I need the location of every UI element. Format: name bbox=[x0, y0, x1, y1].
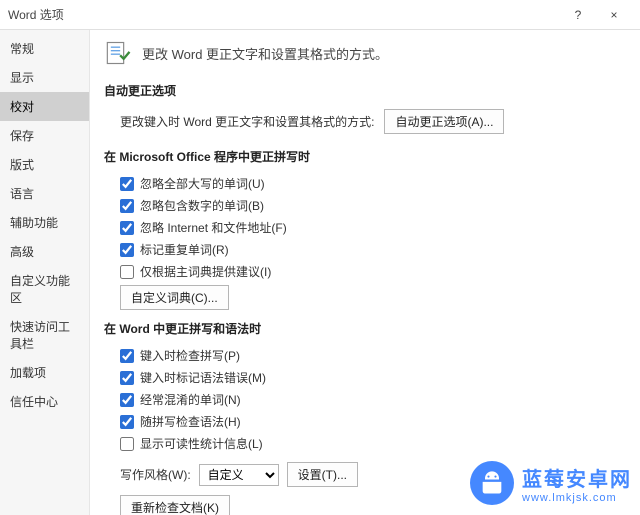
label-ignore-internet: 忽略 Internet 和文件地址(F) bbox=[140, 219, 287, 236]
autocorrect-prompt: 更改键入时 Word 更正文字和设置其格式的方式: bbox=[120, 113, 374, 130]
sidebar-item-proofing[interactable]: 校对 bbox=[0, 92, 89, 121]
sidebar-item-general[interactable]: 常规 bbox=[0, 34, 89, 63]
sidebar-item-trust-center[interactable]: 信任中心 bbox=[0, 387, 89, 416]
checkbox-confused-words[interactable] bbox=[120, 393, 134, 407]
sidebar-item-layout[interactable]: 版式 bbox=[0, 150, 89, 179]
sidebar-item-display[interactable]: 显示 bbox=[0, 63, 89, 92]
custom-dictionaries-button[interactable]: 自定义词典(C)... bbox=[120, 285, 229, 310]
sidebar-item-quick-access[interactable]: 快速访问工具栏 bbox=[0, 312, 89, 358]
checkbox-main-dict-only[interactable] bbox=[120, 265, 134, 279]
sidebar-item-customize-ribbon[interactable]: 自定义功能区 bbox=[0, 266, 89, 312]
sidebar-item-language[interactable]: 语言 bbox=[0, 179, 89, 208]
writing-style-combo[interactable]: 自定义 bbox=[199, 464, 279, 486]
checkbox-grammar-with-spelling[interactable] bbox=[120, 415, 134, 429]
sidebar-item-addins[interactable]: 加载项 bbox=[0, 358, 89, 387]
proofing-icon bbox=[104, 38, 134, 68]
help-icon: ? bbox=[575, 8, 582, 22]
content-pane: 更改 Word 更正文字和设置其格式的方式。 自动更正选项 更改键入时 Word… bbox=[90, 30, 640, 515]
label-ignore-uppercase: 忽略全部大写的单词(U) bbox=[140, 175, 265, 192]
office-section-title: 在 Microsoft Office 程序中更正拼写时 bbox=[104, 148, 626, 165]
sidebar-item-save[interactable]: 保存 bbox=[0, 121, 89, 150]
label-confused-words: 经常混淆的单词(N) bbox=[140, 391, 241, 408]
sidebar-item-advanced[interactable]: 高级 bbox=[0, 237, 89, 266]
label-check-spelling: 键入时检查拼写(P) bbox=[140, 347, 240, 364]
page-heading: 更改 Word 更正文字和设置其格式的方式。 bbox=[104, 38, 626, 68]
close-icon: × bbox=[610, 8, 617, 22]
close-button[interactable]: × bbox=[596, 1, 632, 29]
autocorrect-section-title: 自动更正选项 bbox=[104, 82, 626, 99]
checkbox-check-spelling[interactable] bbox=[120, 349, 134, 363]
help-button[interactable]: ? bbox=[560, 1, 596, 29]
writing-style-label: 写作风格(W): bbox=[120, 466, 191, 483]
titlebar: Word 选项 ? × bbox=[0, 0, 640, 30]
label-mark-grammar: 键入时标记语法错误(M) bbox=[140, 369, 266, 386]
page-heading-text: 更改 Word 更正文字和设置其格式的方式。 bbox=[142, 44, 388, 63]
label-grammar-with-spelling: 随拼写检查语法(H) bbox=[140, 413, 241, 430]
checkbox-ignore-uppercase[interactable] bbox=[120, 177, 134, 191]
label-ignore-numbers: 忽略包含数字的单词(B) bbox=[140, 197, 264, 214]
sidebar: 常规 显示 校对 保存 版式 语言 辅助功能 高级 自定义功能区 快速访问工具栏… bbox=[0, 30, 90, 515]
word-section-title: 在 Word 中更正拼写和语法时 bbox=[104, 320, 626, 337]
checkbox-flag-repeated[interactable] bbox=[120, 243, 134, 257]
checkbox-readability[interactable] bbox=[120, 437, 134, 451]
checkbox-ignore-numbers[interactable] bbox=[120, 199, 134, 213]
checkbox-ignore-internet[interactable] bbox=[120, 221, 134, 235]
sidebar-item-accessibility[interactable]: 辅助功能 bbox=[0, 208, 89, 237]
label-main-dict-only: 仅根据主词典提供建议(I) bbox=[140, 263, 271, 280]
settings-button[interactable]: 设置(T)... bbox=[287, 462, 358, 487]
dialog-body: 常规 显示 校对 保存 版式 语言 辅助功能 高级 自定义功能区 快速访问工具栏… bbox=[0, 30, 640, 515]
autocorrect-options-button[interactable]: 自动更正选项(A)... bbox=[384, 109, 504, 134]
label-flag-repeated: 标记重复单词(R) bbox=[140, 241, 229, 258]
recheck-document-button[interactable]: 重新检查文档(K) bbox=[120, 495, 230, 515]
checkbox-mark-grammar[interactable] bbox=[120, 371, 134, 385]
label-readability: 显示可读性统计信息(L) bbox=[140, 435, 263, 452]
window-title: Word 选项 bbox=[8, 6, 64, 23]
